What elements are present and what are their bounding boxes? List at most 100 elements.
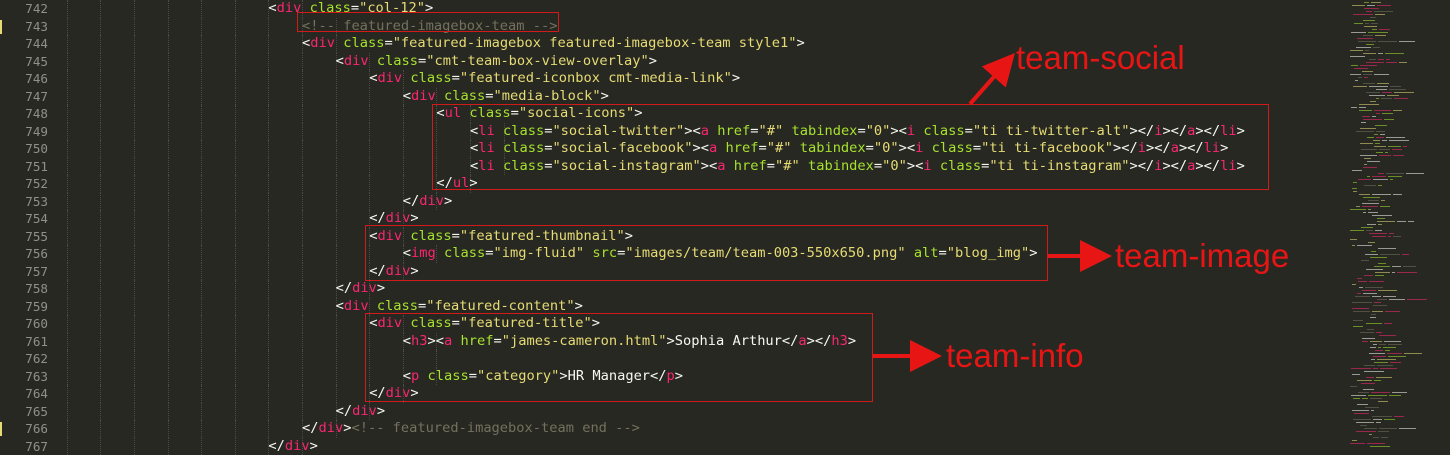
- minimap-line: [1406, 173, 1424, 174]
- minimap-line: [1362, 341, 1368, 342]
- minimap-line: [1378, 59, 1384, 60]
- minimap-line: [1376, 137, 1384, 138]
- minimap-line: [1388, 176, 1402, 177]
- minimap-line: [1363, 74, 1372, 75]
- minimap-line: [1364, 26, 1377, 27]
- minimap-line: [1360, 155, 1377, 156]
- minimap-line: [1362, 206, 1378, 207]
- minimap-line: [1394, 416, 1404, 417]
- minimap-line: [1372, 215, 1392, 216]
- minimap-line: [1357, 293, 1361, 294]
- minimap-line: [1375, 275, 1384, 276]
- minimap-line: [1372, 236, 1386, 237]
- minimap-line: [1384, 341, 1401, 342]
- minimap-line: [1356, 47, 1371, 48]
- minimap-line: [1378, 41, 1397, 42]
- minimap-line: [1361, 122, 1366, 123]
- minimap-line: [1370, 446, 1390, 447]
- minimap-line: [1380, 206, 1390, 207]
- minimap-line: [1364, 275, 1373, 276]
- minimap-line: [1357, 380, 1372, 381]
- minimap-line: [1360, 143, 1373, 144]
- minimap-line: [1397, 272, 1417, 273]
- minimap-line: [1373, 344, 1377, 345]
- minimap-line: [1366, 44, 1374, 45]
- minimap-line: [1365, 287, 1383, 288]
- minimap-line: [1377, 359, 1396, 360]
- minimap-line: [1367, 161, 1380, 162]
- minimap-line: [1407, 299, 1427, 300]
- minimap-line: [1404, 353, 1422, 354]
- minimap-line: [1350, 50, 1363, 51]
- minimap-line: [1360, 128, 1376, 129]
- minimap-line: [1362, 116, 1370, 117]
- minimap-line: [1380, 368, 1397, 369]
- minimap-line: [1353, 311, 1370, 312]
- minimap-line: [1371, 23, 1378, 24]
- minimap-line: [1370, 17, 1376, 18]
- minimap-line: [1384, 419, 1395, 420]
- minimap-line: [1385, 350, 1390, 351]
- minimap[interactable]: [1345, 0, 1450, 450]
- minimap-line: [1352, 410, 1369, 411]
- minimap-line: [1364, 185, 1376, 186]
- minimap-line: [1357, 38, 1373, 39]
- minimap-line: [1366, 269, 1383, 270]
- minimap-line: [1380, 254, 1400, 255]
- minimap-line: [1378, 248, 1396, 249]
- minimap-line: [1382, 113, 1393, 114]
- minimap-line: [1382, 140, 1387, 141]
- minimap-line: [1379, 428, 1397, 429]
- minimap-line: [1384, 119, 1394, 120]
- minimap-line: [1362, 398, 1368, 399]
- minimap-line: [1361, 227, 1373, 228]
- minimap-line: [1368, 200, 1379, 201]
- minimap-line: [1376, 89, 1387, 90]
- minimap-line: [1376, 113, 1380, 114]
- minimap-line: [1377, 83, 1389, 84]
- minimap-line: [1386, 62, 1397, 63]
- minimap-line: [1353, 182, 1357, 183]
- minimap-line: [1364, 2, 1369, 3]
- minimap-line: [1350, 386, 1357, 387]
- minimap-line: [1365, 23, 1369, 24]
- minimap-line: [1362, 203, 1379, 204]
- minimap-line: [1356, 422, 1374, 423]
- minimap-line: [1370, 101, 1376, 102]
- minimap-line: [1375, 230, 1382, 231]
- minimap-line: [1370, 398, 1382, 399]
- minimap-line: [1356, 206, 1360, 207]
- minimap-line: [1365, 254, 1378, 255]
- minimap-line: [1364, 371, 1384, 372]
- minimap-line: [1392, 392, 1407, 393]
- minimap-line: [1378, 431, 1389, 432]
- minimap-line: [1374, 74, 1389, 75]
- minimap-line: [1390, 179, 1393, 180]
- minimap-line: [1367, 176, 1370, 177]
- minimap-line: [1374, 11, 1393, 12]
- minimap-line: [1377, 365, 1393, 366]
- minimap-line: [1354, 413, 1369, 414]
- minimap-line: [1351, 368, 1371, 369]
- minimap-line: [1364, 365, 1375, 366]
- minimap-line: [1370, 317, 1376, 318]
- minimap-line: [1374, 110, 1391, 111]
- minimap-line: [1378, 185, 1382, 186]
- minimap-line: [1363, 35, 1373, 36]
- minimap-line: [1364, 164, 1367, 165]
- minimap-line: [1353, 320, 1363, 321]
- minimap-line: [1403, 146, 1407, 147]
- minimap-line: [1354, 23, 1363, 24]
- minimap-line: [1352, 170, 1362, 171]
- minimap-line: [1373, 179, 1388, 180]
- minimap-line: [1353, 86, 1367, 87]
- minimap-line: [1362, 290, 1376, 291]
- minimap-line: [1353, 419, 1371, 420]
- minimap-line: [1352, 302, 1372, 303]
- minimap-line: [1377, 218, 1385, 219]
- label-team-image: team-image: [1115, 238, 1289, 274]
- minimap-line: [1368, 242, 1375, 243]
- minimap-line: [1375, 125, 1387, 126]
- minimap-line: [1392, 149, 1402, 150]
- minimap-line: [1361, 149, 1377, 150]
